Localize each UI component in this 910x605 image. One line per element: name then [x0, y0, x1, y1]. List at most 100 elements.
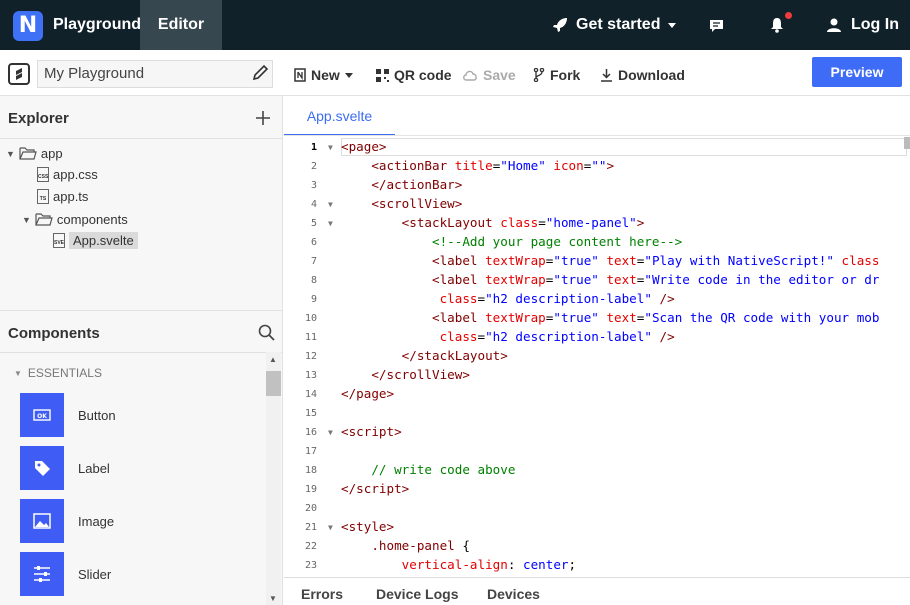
chat-icon[interactable] — [709, 19, 724, 33]
pencil-icon[interactable] — [251, 64, 269, 82]
bell-icon[interactable] — [770, 17, 784, 33]
add-file-icon[interactable] — [255, 110, 271, 126]
line-number: 10 — [304, 313, 317, 324]
code-line[interactable]: <!--Add your page content here--> — [341, 234, 682, 249]
fold-arrow-icon[interactable]: ▼ — [328, 143, 333, 152]
divider — [0, 310, 283, 311]
fold-arrow-icon[interactable]: ▼ — [328, 428, 333, 437]
slider-component-tile[interactable] — [20, 552, 64, 596]
tab-device-logs[interactable]: Device Logs — [376, 586, 458, 602]
nativescript-logo[interactable]: N — [13, 11, 43, 41]
code-line[interactable]: class="h2 description-label" /> — [341, 291, 675, 306]
label-component-tile[interactable] — [20, 446, 64, 490]
login-button[interactable]: Log In — [826, 16, 899, 34]
code-line[interactable]: <label textWrap="true" text="Scan the QR… — [341, 310, 879, 325]
code-line[interactable]: // write code above — [341, 462, 515, 477]
cloud-upload-icon — [463, 70, 477, 81]
code-line[interactable]: <actionBar title="Home" icon=""> — [341, 158, 614, 173]
divider — [0, 138, 283, 139]
folder-open-icon — [19, 147, 37, 160]
line-number: 21 — [304, 522, 317, 533]
download-button[interactable]: Download — [600, 67, 685, 83]
image-component-tile[interactable] — [20, 499, 64, 543]
code-line[interactable]: </script> — [341, 481, 409, 496]
code-line[interactable]: </stackLayout> — [341, 348, 508, 363]
new-file-icon — [294, 68, 306, 82]
essentials-label: ESSENTIALS — [27, 366, 102, 380]
svelte-file-icon: SVE — [53, 233, 65, 248]
line-number: 18 — [304, 465, 317, 476]
tree-item-label: app — [40, 146, 63, 161]
sliders-icon — [34, 566, 50, 582]
code-line[interactable]: <stackLayout class="home-panel"> — [341, 215, 645, 230]
save-button[interactable]: Save — [462, 67, 516, 83]
scroll-up-icon[interactable]: ▲ — [269, 355, 277, 364]
button-component-tile[interactable]: OK — [20, 393, 64, 437]
tab-devices[interactable]: Devices — [487, 586, 540, 602]
code-line[interactable]: </page> — [341, 386, 394, 401]
caret-down-icon — [344, 72, 353, 78]
line-number: 9 — [310, 294, 317, 305]
chevron-down-icon: ▼ — [14, 368, 22, 378]
code-line[interactable]: <label textWrap="true" text="Play with N… — [341, 253, 879, 268]
tree-folder-components[interactable]: ▼ components — [22, 212, 128, 227]
active-line-highlight — [341, 138, 907, 156]
preview-button[interactable]: Preview — [812, 57, 902, 87]
scrollbar-thumb[interactable] — [266, 371, 281, 396]
line-number: 1 — [310, 142, 317, 153]
explorer-title: Explorer — [8, 110, 69, 127]
tree-folder-app[interactable]: ▼ app — [6, 146, 63, 161]
code-line[interactable]: </actionBar> — [341, 177, 462, 192]
component-label: Image — [78, 514, 115, 529]
tree-item-label: app.ts — [53, 189, 89, 204]
tab-errors[interactable]: Errors — [301, 586, 343, 602]
tree-file-app-css[interactable]: CSS app.css — [37, 167, 98, 182]
scroll-down-icon[interactable]: ▼ — [269, 594, 277, 603]
tree-file-app-ts[interactable]: TS app.ts — [37, 189, 88, 204]
line-number: 2 — [310, 161, 317, 172]
code-line[interactable]: class="h2 description-label" /> — [341, 329, 675, 344]
line-number: 5 — [310, 218, 317, 229]
playground-name-field[interactable]: My Playground — [37, 60, 273, 88]
toolbar: My Playground New QR code Save Fork Down… — [0, 50, 910, 96]
tree-item-label-selected: App.svelte — [69, 232, 138, 249]
code-line[interactable]: <page> — [341, 139, 387, 154]
code-line[interactable]: <script> — [341, 424, 402, 439]
code-editor-pane: App.svelte 1 ▼ <page> 2 <actionBar title="H… — [284, 96, 910, 605]
editor-scrollbar[interactable] — [904, 137, 910, 149]
line-number: 16 — [304, 427, 317, 438]
brand-link[interactable]: Playground — [53, 16, 141, 34]
code-line[interactable]: <label textWrap="true" text="Write code … — [341, 272, 879, 287]
file-tab-app-svelte[interactable]: App.svelte — [284, 96, 395, 136]
code-line[interactable]: <style> — [341, 519, 394, 534]
component-label: Label — [78, 461, 110, 476]
svg-text:OK: OK — [37, 413, 47, 420]
code-line[interactable]: .home-panel { — [341, 538, 470, 553]
fold-arrow-icon[interactable]: ▼ — [328, 219, 333, 228]
line-number: 7 — [310, 256, 317, 267]
line-number: 13 — [304, 370, 317, 381]
download-icon — [601, 69, 612, 82]
fold-arrow-icon[interactable]: ▼ — [328, 200, 333, 209]
code-line[interactable]: vertical-align: center; — [341, 557, 576, 572]
line-number: 4 — [310, 199, 317, 210]
tab-editor[interactable]: Editor — [140, 0, 222, 50]
new-button[interactable]: New — [294, 67, 353, 83]
fork-icon — [533, 68, 545, 82]
code-area[interactable]: 1 ▼ <page> 2 <actionBar title="Home" icon="… — [284, 137, 910, 577]
line-number: 14 — [304, 389, 317, 400]
fold-arrow-icon[interactable]: ▼ — [328, 523, 333, 532]
line-number: 17 — [304, 446, 317, 457]
qr-code-icon — [376, 68, 389, 82]
get-started-menu[interactable]: Get started — [552, 16, 677, 34]
search-icon[interactable] — [258, 324, 275, 341]
essentials-section[interactable]: ▼ ESSENTIALS — [14, 366, 102, 380]
code-line[interactable]: <scrollView> — [341, 196, 462, 211]
tree-file-app-svelte[interactable]: SVE App.svelte — [53, 232, 138, 249]
download-label: Download — [618, 67, 685, 83]
user-icon — [827, 18, 841, 32]
qr-code-button[interactable]: QR code — [376, 67, 452, 83]
save-label: Save — [483, 67, 516, 83]
fork-button[interactable]: Fork — [533, 67, 580, 83]
code-line[interactable]: </scrollView> — [341, 367, 470, 382]
